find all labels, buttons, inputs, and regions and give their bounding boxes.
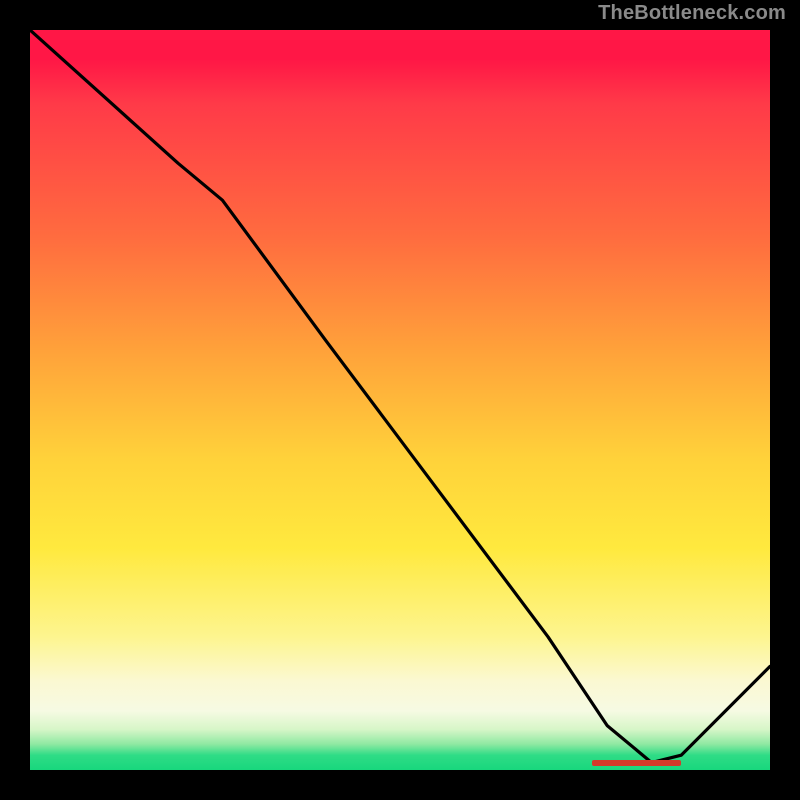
plot-area	[30, 30, 770, 770]
watermark-label: TheBottleneck.com	[598, 2, 786, 25]
chart-container: TheBottleneck.com	[0, 0, 800, 800]
bottleneck-curve	[30, 30, 770, 770]
optimum-range-marker	[592, 760, 681, 766]
